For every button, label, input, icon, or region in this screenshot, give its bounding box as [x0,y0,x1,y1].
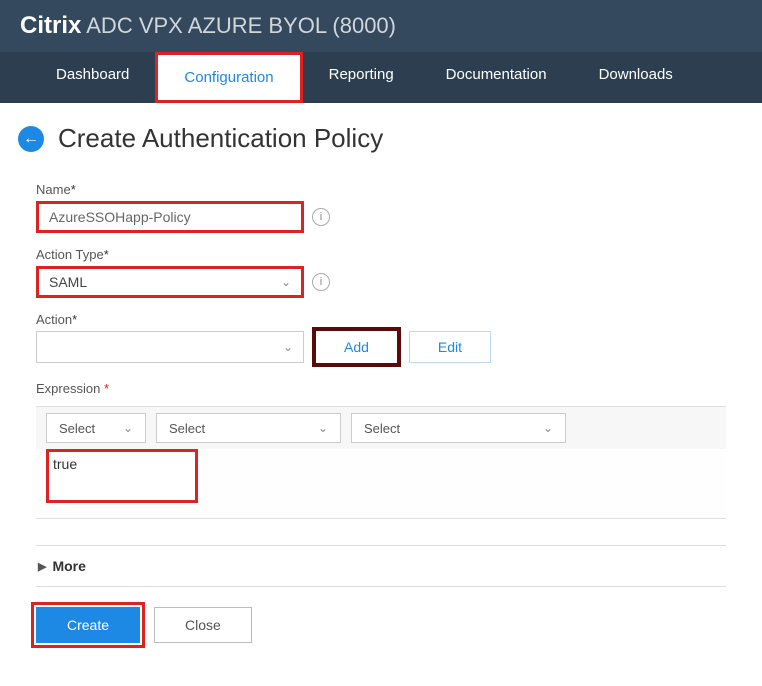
chevron-down-icon: ⌄ [123,421,133,435]
more-label: More [52,558,85,574]
chevron-down-icon: ⌄ [281,275,291,289]
chevron-down-icon: ⌄ [283,340,293,354]
expression-textarea[interactable] [46,449,198,503]
close-button[interactable]: Close [154,607,252,643]
tab-configuration[interactable]: Configuration [155,52,302,103]
arrow-left-icon: ← [23,130,39,148]
triangle-right-icon: ▶ [38,560,46,573]
more-toggle[interactable]: ▶ More [36,545,726,587]
info-icon[interactable]: i [312,273,330,291]
action-type-value: SAML [49,274,87,290]
brand-name: Citrix [20,12,81,39]
name-label: Name* [36,182,726,197]
edit-button[interactable]: Edit [409,331,491,363]
expression-label: Expression * [36,381,726,396]
expression-select-1[interactable]: Select ⌄ [46,413,146,443]
tab-documentation[interactable]: Documentation [420,52,573,103]
action-select[interactable]: ⌄ [36,331,304,363]
create-button[interactable]: Create [36,607,140,643]
action-type-label: Action Type* [36,247,726,262]
nav-tabs: Dashboard Configuration Reporting Docume… [0,52,762,103]
action-type-select[interactable]: SAML ⌄ [36,266,304,298]
name-input[interactable] [36,201,304,233]
expression-panel: Select ⌄ Select ⌄ Select ⌄ [36,406,726,519]
action-label: Action* [36,312,726,327]
back-button[interactable]: ← [18,126,44,152]
expression-select-3[interactable]: Select ⌄ [351,413,566,443]
app-header: Citrix ADC VPX AZURE BYOL (8000) [0,0,762,52]
tab-reporting[interactable]: Reporting [303,52,420,103]
page-title: Create Authentication Policy [58,123,383,154]
tab-dashboard[interactable]: Dashboard [30,52,155,103]
add-button[interactable]: Add [312,327,401,367]
product-name: ADC VPX AZURE BYOL (8000) [81,13,396,38]
expression-select-2[interactable]: Select ⌄ [156,413,341,443]
tab-downloads[interactable]: Downloads [573,52,699,103]
chevron-down-icon: ⌄ [543,421,553,435]
chevron-down-icon: ⌄ [318,421,328,435]
info-icon[interactable]: i [312,208,330,226]
